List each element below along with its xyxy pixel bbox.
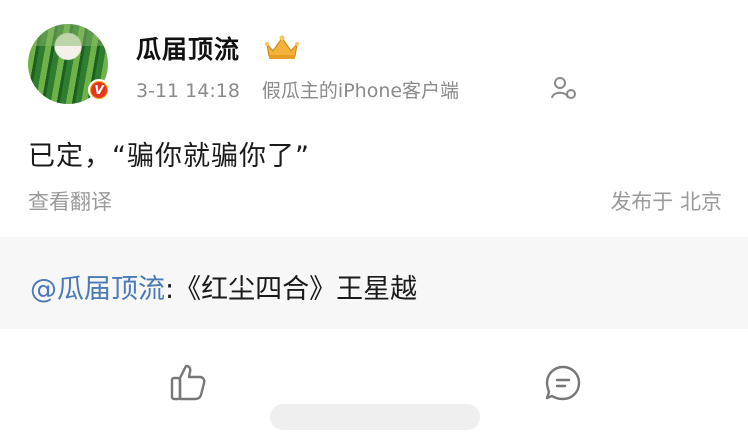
verified-badge: V bbox=[88, 79, 110, 101]
verified-badge-letter: V bbox=[91, 82, 107, 98]
username[interactable]: 瓜届顶流 bbox=[136, 30, 240, 66]
thumbs-up-icon[interactable] bbox=[170, 362, 206, 402]
add-person-icon[interactable] bbox=[550, 74, 578, 102]
crown-icon bbox=[265, 35, 299, 59]
repost-text: @瓜届顶流:《红尘四合》王星越 bbox=[30, 267, 417, 306]
avatar-background bbox=[28, 24, 108, 46]
repost-body: :《红尘四合》王星越 bbox=[165, 274, 418, 305]
post-source: 假瓜主的iPhone客户端 bbox=[261, 80, 460, 102]
post-timestamp: 3-11 14:18 bbox=[136, 80, 240, 102]
post-meta: 3-11 14:18 假瓜主的iPhone客户端 bbox=[136, 76, 459, 103]
comment-icon[interactable] bbox=[544, 364, 582, 402]
repost-mention[interactable]: @瓜届顶流 bbox=[30, 274, 165, 305]
post-location: 发布于 北京 bbox=[610, 190, 722, 214]
post-content: 已定，“骗你就骗你了” bbox=[28, 141, 310, 172]
repost-card[interactable]: @瓜届顶流:《红尘四合》王星越 bbox=[0, 237, 748, 329]
watermark bbox=[270, 404, 480, 430]
translate-link[interactable]: 查看翻译 bbox=[28, 186, 112, 216]
